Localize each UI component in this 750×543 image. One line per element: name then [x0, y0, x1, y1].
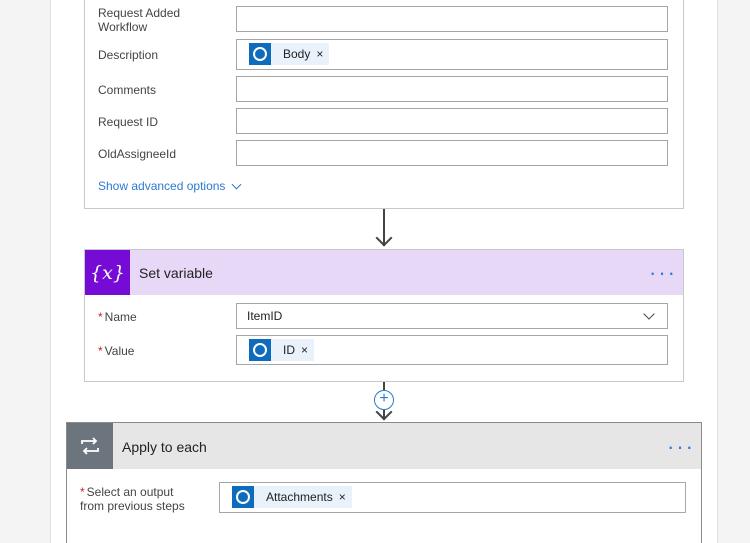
more-options-icon[interactable]: ···	[667, 436, 695, 458]
outlook-icon	[249, 43, 271, 65]
field-label: Request ID	[98, 115, 159, 129]
variable-value-input[interactable]: ID ×	[236, 335, 668, 365]
field-label: OldAssigneeId	[98, 147, 177, 161]
field-label: Comments	[98, 83, 157, 97]
selected-value: ItemID	[247, 309, 283, 323]
select-output-input[interactable]: Attachments ×	[219, 482, 686, 513]
old-assignee-id-input[interactable]	[236, 140, 668, 166]
required-indicator: *	[80, 485, 85, 499]
chevron-down-icon	[231, 179, 242, 189]
field-label: Request Added Workflow	[98, 6, 181, 34]
chevron-down-icon	[643, 308, 655, 320]
required-indicator: *	[98, 310, 103, 324]
remove-token-icon[interactable]: ×	[316, 47, 329, 61]
remove-token-icon[interactable]: ×	[339, 490, 352, 504]
dynamic-content-token-id[interactable]: ID ×	[249, 339, 315, 361]
request-added-workflow-input[interactable]	[236, 6, 668, 32]
card-header[interactable]: Apply to each ···	[67, 423, 701, 469]
field-label-select-output: * Select an output from previous steps	[80, 485, 185, 513]
sharepoint-icon	[249, 339, 271, 361]
action-card-set-variable: {x} Set variable ··· * Name ItemID * Value…	[84, 249, 684, 382]
card-header[interactable]: {x} Set variable ···	[85, 250, 683, 295]
dynamic-content-token-attachments[interactable]: Attachments ×	[232, 486, 352, 508]
field-label-name: * Name	[98, 310, 137, 324]
dynamic-content-token-body[interactable]: Body ×	[249, 43, 330, 65]
variable-icon: {x}	[85, 250, 130, 295]
required-indicator: *	[98, 344, 103, 358]
insert-step-button[interactable]: +	[374, 390, 394, 410]
variable-name-select[interactable]: ItemID	[236, 303, 668, 329]
request-id-input[interactable]	[236, 108, 668, 134]
action-card-apply-to-each: Apply to each ··· * Select an output from…	[66, 422, 702, 543]
remove-token-icon[interactable]: ×	[301, 343, 314, 357]
field-label-value: * Value	[98, 344, 135, 358]
action-card-send-email: Request Added Workflow Description Body …	[84, 0, 684, 209]
card-title: Apply to each	[122, 439, 207, 455]
card-title: Set variable	[139, 265, 213, 281]
more-options-icon[interactable]: ···	[649, 262, 677, 284]
field-label: Description	[98, 48, 159, 62]
comments-input[interactable]	[236, 76, 668, 102]
show-advanced-options-link[interactable]: Show advanced options	[98, 179, 242, 193]
outlook-icon	[232, 486, 254, 508]
description-input[interactable]: Body ×	[236, 39, 668, 70]
loop-icon	[67, 423, 113, 469]
